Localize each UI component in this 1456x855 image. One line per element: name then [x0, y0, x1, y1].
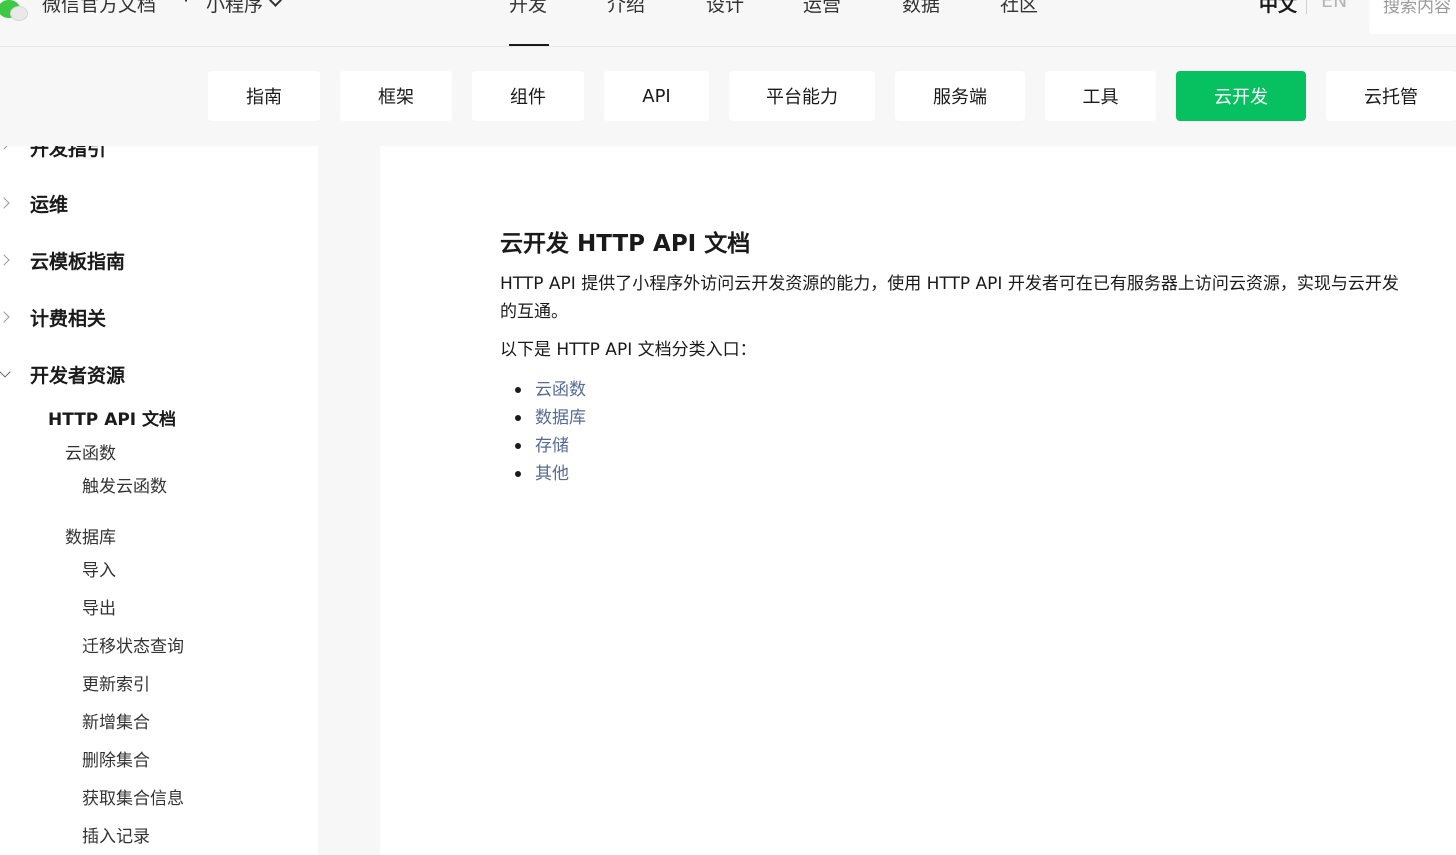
- subnav-cloud-dev[interactable]: 云开发: [1176, 71, 1306, 121]
- sidebar-group-dev-resources[interactable]: 开发者资源: [30, 361, 125, 388]
- sidebar-item-cloud-function[interactable]: 云函数: [65, 439, 116, 464]
- brand-separator: ·: [183, 0, 190, 12]
- search-input[interactable]: [1369, 0, 1456, 20]
- link-database[interactable]: 数据库: [535, 408, 586, 428]
- chevron-right-icon: [0, 311, 10, 323]
- link-other[interactable]: 其他: [535, 464, 569, 484]
- sidebar-group-billing[interactable]: 计费相关: [30, 304, 106, 331]
- chevron-down-icon: [0, 366, 11, 378]
- search-box[interactable]: [1369, 0, 1456, 34]
- subnav-tools[interactable]: 工具: [1045, 71, 1156, 121]
- link-storage[interactable]: 存储: [535, 436, 569, 456]
- lang-zh-option[interactable]: 中文: [1259, 0, 1297, 17]
- wechat-logo[interactable]: [0, 0, 34, 26]
- subnav-component[interactable]: 组件: [472, 71, 584, 121]
- sidebar-item-database[interactable]: 数据库: [65, 523, 116, 548]
- chevron-right-icon: [0, 254, 10, 266]
- sidebar-group-dev-guide[interactable]: 开发指引: [30, 146, 106, 161]
- sidebar: 开发指引 运维 云模板指南 计费相关 开发者资源 HTTP API 文档 云函数…: [0, 146, 318, 855]
- page-title: 云开发 HTTP API 文档: [500, 231, 751, 257]
- sidebar-group-template[interactable]: 云模板指南: [30, 247, 125, 274]
- nav-item-dev[interactable]: 开发: [509, 0, 547, 17]
- sidebar-item-collection-info[interactable]: 获取集合信息: [82, 784, 184, 809]
- sidebar-item-migrate-status[interactable]: 迁移状态查询: [82, 632, 184, 657]
- subnav-framework[interactable]: 框架: [340, 71, 452, 121]
- top-header: 微信官方文档 · 小程序 开发 介绍 设计 运营 数据 社区 中文 EN: [0, 0, 1456, 47]
- wechat-logo-icon: [0, 0, 34, 24]
- sidebar-item-delete-collection[interactable]: 删除集合: [82, 746, 150, 771]
- product-switcher[interactable]: 小程序: [206, 0, 282, 17]
- category-list: 云函数 数据库 存储 其他: [500, 376, 586, 488]
- page-description: HTTP API 提供了小程序外访问云开发资源的能力，使用 HTTP API 开…: [500, 274, 1399, 322]
- sidebar-item-add-collection[interactable]: 新增集合: [82, 708, 150, 733]
- nav-item-community[interactable]: 社区: [1000, 0, 1038, 17]
- sidebar-item-insert-record[interactable]: 插入记录: [82, 822, 150, 847]
- sub-nav: 指南 框架 组件 API 平台能力 服务端 工具 云开发 云托管: [0, 47, 1456, 146]
- list-item: 云函数: [500, 376, 586, 404]
- sidebar-item-http-api[interactable]: HTTP API 文档: [48, 405, 176, 430]
- active-nav-indicator: [509, 44, 549, 46]
- subnav-api[interactable]: API: [604, 71, 709, 121]
- sidebar-item-db-import[interactable]: 导入: [82, 556, 116, 581]
- nav-item-design[interactable]: 设计: [706, 0, 744, 17]
- sidebar-item-update-index[interactable]: 更新索引: [82, 670, 150, 695]
- chevron-down-icon: [269, 0, 282, 7]
- lang-en-option[interactable]: EN: [1321, 0, 1347, 12]
- list-item: 其他: [500, 460, 586, 488]
- nav-item-data[interactable]: 数据: [902, 0, 940, 17]
- sidebar-item-db-export[interactable]: 导出: [82, 594, 116, 619]
- category-intro: 以下是 HTTP API 文档分类入口：: [500, 340, 757, 360]
- nav-item-operation[interactable]: 运营: [803, 0, 841, 17]
- brand-title[interactable]: 微信官方文档: [42, 0, 156, 17]
- nav-item-intro[interactable]: 介绍: [607, 0, 645, 17]
- product-label: 小程序: [206, 0, 264, 16]
- subnav-server[interactable]: 服务端: [895, 71, 1025, 121]
- sidebar-group-ops[interactable]: 运维: [30, 190, 68, 217]
- chevron-right-icon: [0, 146, 10, 150]
- subnav-platform[interactable]: 平台能力: [729, 71, 875, 121]
- link-cloud-function[interactable]: 云函数: [535, 380, 586, 400]
- lang-divider: [1306, 0, 1307, 14]
- sidebar-item-invoke-function[interactable]: 触发云函数: [82, 472, 167, 497]
- subnav-guide[interactable]: 指南: [208, 71, 320, 121]
- list-item: 数据库: [500, 404, 586, 432]
- subnav-cloud-hosting[interactable]: 云托管: [1326, 71, 1456, 121]
- sidebar-gutter: [318, 146, 380, 855]
- chevron-right-icon: [0, 197, 10, 209]
- list-item: 存储: [500, 432, 586, 460]
